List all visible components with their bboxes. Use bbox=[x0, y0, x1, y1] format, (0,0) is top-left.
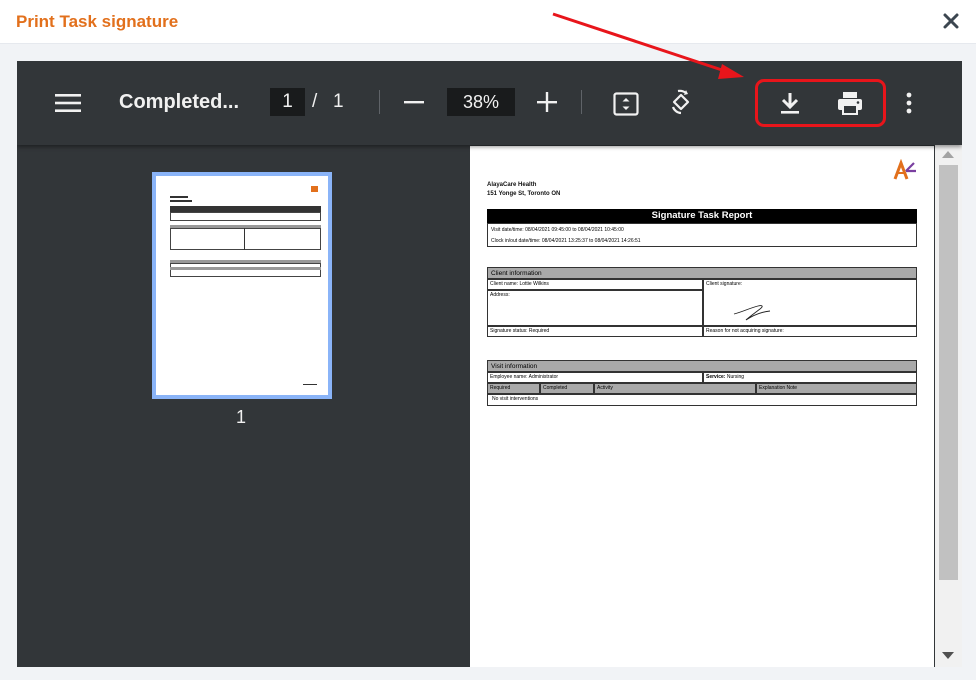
scroll-up-arrow-icon[interactable] bbox=[942, 151, 954, 158]
scroll-thumb[interactable] bbox=[939, 165, 958, 580]
client-signature-label: Client signature: bbox=[706, 281, 743, 287]
service-cell: Service: Nursing bbox=[703, 372, 917, 383]
toolbar-divider bbox=[379, 90, 380, 114]
thumbnail-page-number: 1 bbox=[236, 407, 247, 427]
reason-no-signature: Reason for not acquiring signature: bbox=[703, 326, 917, 337]
org-address: 151 Yonge St, Toronto ON bbox=[487, 191, 561, 197]
scroll-down-arrow-icon[interactable] bbox=[942, 652, 954, 659]
service-label: Service: bbox=[706, 374, 726, 380]
employee-name: Employee name: Administrator bbox=[487, 372, 703, 383]
page-thumbnail[interactable] bbox=[152, 172, 332, 399]
vertical-scrollbar[interactable] bbox=[935, 145, 962, 667]
zoom-out-icon[interactable] bbox=[403, 91, 425, 113]
thumbnail-page bbox=[156, 176, 328, 395]
page-total: 1 bbox=[333, 91, 344, 112]
toolbar-divider bbox=[581, 90, 582, 114]
document-title: Completed... bbox=[119, 91, 240, 113]
column-header: Completed bbox=[540, 383, 594, 394]
no-interventions-row: No visit interventions bbox=[487, 394, 917, 406]
pdf-page: AlayaCare Health 151 Yonge St, Toronto O… bbox=[470, 146, 934, 667]
highlight-annotation bbox=[755, 79, 886, 127]
page-number-input[interactable]: 1 bbox=[270, 88, 305, 116]
pdf-viewer: Completed... 1 / 1 38% 1 AlayaCare Healt… bbox=[17, 61, 962, 667]
rotate-icon[interactable] bbox=[667, 89, 695, 117]
thumbnail-panel: 1 bbox=[17, 145, 468, 667]
report-dates-box: Visit date/time: 08/04/2021 09:45:00 to … bbox=[487, 223, 917, 247]
close-icon[interactable] bbox=[940, 10, 962, 32]
zoom-in-icon[interactable] bbox=[536, 91, 558, 113]
more-options-icon[interactable] bbox=[903, 91, 915, 115]
column-header: Activity bbox=[594, 383, 756, 394]
page-separator: / bbox=[312, 91, 318, 112]
column-header: Explanation Note bbox=[756, 383, 917, 394]
client-section-header: Client information bbox=[487, 267, 917, 279]
pdf-toolbar: Completed... 1 / 1 38% bbox=[17, 61, 962, 145]
client-signature-cell: Client signature: bbox=[703, 279, 917, 326]
service-value: Nursing bbox=[726, 374, 745, 380]
modal-title: Print Task signature bbox=[16, 12, 179, 31]
report-title: Signature Task Report bbox=[487, 209, 917, 223]
document-area: AlayaCare Health 151 Yonge St, Toronto O… bbox=[468, 145, 962, 667]
column-header: Required bbox=[487, 383, 540, 394]
client-name: Client name: Lottie Wilkins bbox=[487, 279, 703, 290]
zoom-level-input[interactable]: 38% bbox=[447, 88, 515, 116]
signature-image bbox=[733, 305, 771, 321]
org-name: AlayaCare Health bbox=[487, 182, 537, 188]
signature-status: Signature status: Required bbox=[487, 326, 703, 337]
visit-section-header: Visit information bbox=[487, 360, 917, 372]
address-cell: Address: bbox=[487, 290, 703, 326]
fit-to-page-icon[interactable] bbox=[613, 91, 639, 117]
menu-icon[interactable] bbox=[55, 93, 81, 113]
clock-datetime: Clock in/out date/time: 08/04/2021 13:25… bbox=[491, 238, 641, 244]
alayacare-logo-icon bbox=[893, 159, 916, 180]
modal-header: Print Task signature bbox=[0, 0, 976, 44]
visit-datetime: Visit date/time: 08/04/2021 09:45:00 to … bbox=[491, 227, 624, 233]
